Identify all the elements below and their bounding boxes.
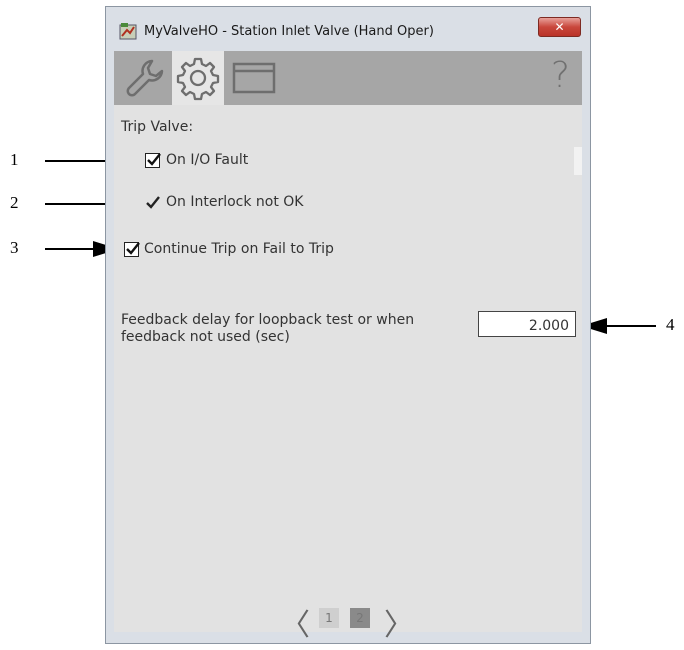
feedback-delay-label-line1: Feedback delay for loopback test or when [121,312,415,328]
on-io-fault-label: On I/O Fault [166,152,249,168]
callout-4-arrow [581,318,656,334]
checkmark-icon [126,242,140,255]
callout-2: 2 [10,193,19,212]
callout-4: 4 [666,315,675,334]
gear-icon [176,57,220,101]
close-button[interactable]: ✕ [538,17,581,37]
help-icon[interactable]: ? [551,55,570,96]
page-2-button[interactable]: 2 [350,608,370,628]
window-icon [232,62,276,94]
app-icon [119,23,137,40]
callout-1: 1 [10,150,19,169]
continue-trip-label: Continue Trip on Fail to Trip [144,241,334,257]
continue-trip-checkbox[interactable] [124,242,140,257]
tab-faceplate[interactable] [228,51,280,105]
feedback-delay-input[interactable] [478,311,576,337]
on-io-fault-checkbox[interactable] [145,153,161,168]
title-bar[interactable]: MyValveHO - Station Inlet Valve (Hand Op… [106,7,590,51]
checkmark-icon [147,153,161,166]
tab-engineering[interactable] [172,51,224,105]
page-1-button[interactable]: 1 [319,608,339,628]
feedback-delay-label-line2: feedback not used (sec) [121,329,290,345]
toolbar: ? [114,51,582,105]
window-title: MyValveHO - Station Inlet Valve (Hand Op… [144,24,434,39]
configuration-panel: Trip Valve: On I/O Fault On Interlock no… [114,105,582,643]
tab-maintenance[interactable] [118,51,170,105]
on-interlock-not-ok-label: On Interlock not OK [166,194,304,210]
page-prev-button[interactable]: 〈 [280,600,310,644]
checkmark-icon [146,196,160,209]
wrench-icon [126,59,164,97]
scrollbar[interactable] [574,147,582,175]
trip-valve-heading: Trip Valve: [121,119,194,135]
page-next-button[interactable]: 〉 [384,600,414,644]
callout-3: 3 [10,238,19,257]
close-icon: ✕ [554,20,565,34]
